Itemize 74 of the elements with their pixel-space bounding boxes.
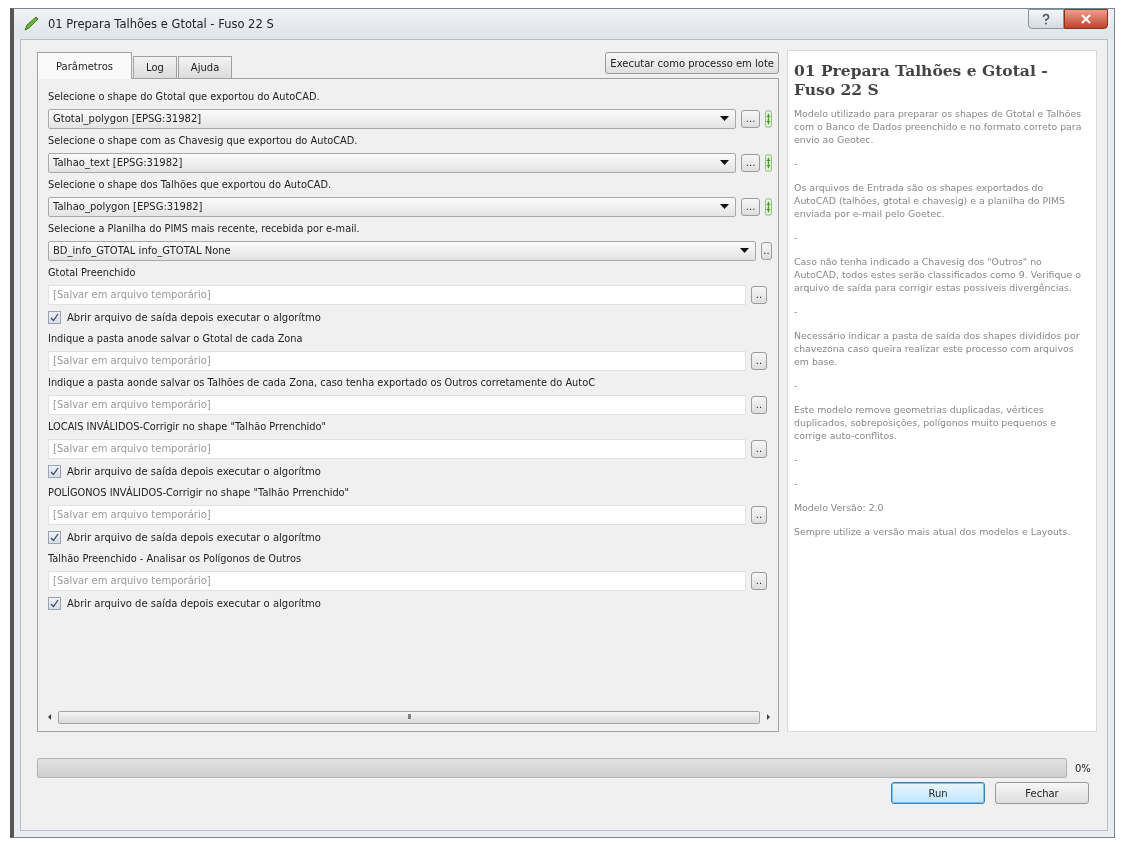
checkbox[interactable]	[48, 530, 61, 544]
checkbox-label: Abrir arquivo de saída depois executar o algorítmo	[67, 597, 321, 609]
output-field[interactable]: [Salvar em arquivo temporário]	[48, 570, 746, 591]
output-field[interactable]: [Salvar em arquivo temporário]	[48, 350, 746, 371]
caret-icon	[720, 159, 729, 166]
help-paragraph: Este modelo remove geometrias duplicadas, vértices duplicados, sobreposições, polígonos muito pequenos e corrige auto-conflitos.	[794, 403, 1058, 442]
help-paragraph: Sempre utilize a versão mais atual dos modelos e Layouts.	[794, 525, 1072, 538]
layer-icon[interactable]	[765, 108, 772, 129]
pencil-icon	[22, 15, 40, 33]
checkbox-label: Abrir arquivo de saída depois executar o algorítmo	[67, 531, 321, 543]
help-button[interactable]	[1028, 9, 1064, 29]
parameter-label: Gtotal Preenchido	[48, 266, 137, 280]
scroll-right-icon[interactable]	[764, 713, 772, 721]
layer-dropdown[interactable]: Gtotal_polygon [EPSG:31982]	[48, 108, 736, 129]
help-paragraph: Os arquivos de Entrada são os shapes exportados do AutoCAD (talhões, gtotal e chavesig) e a planilha do PIMS enviada por e-mail pelo Goetec.	[794, 181, 1066, 220]
dialog-button[interactable]: Fechar	[995, 782, 1089, 804]
help-paragraph: Necessário indicar a pasta de saída dos shapes divididos por chavezona caso queira realizar este processo com arquivos em base.	[794, 329, 1081, 368]
batch-process-button[interactable]: Executar como processo em lote	[605, 52, 779, 74]
help-paragraph: -	[794, 453, 799, 466]
help-paragraph: -	[794, 231, 799, 244]
parameter-label: Selecione o shape dos Talhões que exportou do AutoCAD.	[48, 178, 333, 192]
help-paragraph: -	[794, 477, 799, 490]
browse-button[interactable]: ..	[751, 285, 767, 304]
help-paragraph: Caso não tenha indicado a Chavesig dos "Outros" no AutoCAD, todos estes serão classificados como 9. Verifique o arquivo de saída para corrigir estas possíveis divergências.	[794, 255, 1082, 294]
caret-icon	[720, 203, 729, 210]
browse-button[interactable]: ...	[741, 197, 761, 216]
layer-dropdown[interactable]: Talhao_text [EPSG:31982]	[48, 152, 736, 173]
close-icon	[1080, 13, 1092, 25]
parameter-label: Indique a pasta aonde salvar os Talhões de cada Zona, caso tenha exportado os Outros corretamente do AutoC	[48, 376, 596, 390]
help-icon	[1040, 13, 1052, 25]
caret-icon	[740, 247, 749, 254]
parameter-label: Selecione a Planilha do PIMS mais recente, recebida por e-mail.	[48, 222, 361, 236]
browse-button[interactable]: ...	[741, 109, 761, 128]
layer-icon[interactable]	[765, 196, 772, 217]
checkbox-label: Abrir arquivo de saída depois executar o algorítmo	[67, 465, 321, 477]
browse-button[interactable]: ..	[761, 241, 772, 260]
close-button[interactable]	[1064, 9, 1108, 29]
checkbox[interactable]	[48, 464, 61, 478]
output-field[interactable]: [Salvar em arquivo temporário]	[48, 394, 746, 415]
output-field[interactable]: [Salvar em arquivo temporário]	[48, 284, 746, 305]
checkbox-label: Abrir arquivo de saída depois executar o algorítmo	[67, 311, 321, 323]
output-field[interactable]: [Salvar em arquivo temporário]	[48, 504, 746, 525]
browse-button[interactable]: ..	[751, 505, 767, 524]
layer-dropdown[interactable]: Talhao_polygon [EPSG:31982]	[48, 196, 736, 217]
tab[interactable]: Parâmetros	[37, 52, 132, 79]
dialog-button[interactable]: Run	[891, 782, 985, 804]
parameter-label: Selecione o shape com as Chavesig que exportou do AutoCAD.	[48, 134, 359, 148]
help-paragraph: Modelo Versão: 2.0	[794, 501, 885, 514]
browse-button[interactable]: ..	[751, 571, 767, 590]
browse-button[interactable]: ..	[751, 395, 767, 414]
progress-percent: 0%	[1075, 762, 1092, 774]
parameter-label: LOCAIS INVÁLIDOS-Corrigir no shape "Talhão Prrenchido"	[48, 419, 328, 434]
parameter-label: Talhão Preenchido - Analisar os Polígonos de Outros	[48, 552, 302, 566]
parameter-label: POLÍGONOS INVÁLIDOS-Corrigir no shape "Talhão Prrenchido"	[48, 485, 351, 500]
help-paragraph: -	[794, 157, 799, 170]
browse-button[interactable]: ..	[751, 439, 767, 458]
help-paragraph: Modelo utilizado para preparar os shapes de Gtotal e Talhões com o Banco de Dados preenchido e no formato correto para envio ao Geotec.	[794, 107, 1083, 146]
layer-dropdown[interactable]: BD_info_GTOTAL info_GTOTAL None	[48, 240, 756, 261]
checkbox[interactable]	[48, 596, 61, 610]
caret-icon	[720, 115, 729, 122]
window-title: 01 Prepara Talhões e Gtotal - Fuso 22 S	[48, 17, 274, 31]
browse-button[interactable]: ..	[751, 351, 767, 370]
tab[interactable]: Ajuda	[177, 56, 233, 78]
scroll-left-icon[interactable]	[46, 713, 54, 721]
help-paragraph: -	[794, 305, 799, 318]
parameter-label: Indique a pasta anode salvar o Gtotal de cada Zona	[48, 332, 304, 346]
browse-button[interactable]: ...	[741, 153, 761, 172]
tab[interactable]: Log	[133, 56, 177, 78]
help-title: 01 Prepara Talhões e Gtotal - Fuso 22 S	[794, 61, 1049, 99]
help-paragraph: -	[794, 379, 799, 392]
layer-icon[interactable]	[765, 152, 772, 173]
parameter-label: Selecione o shape do Gtotal que exportou do AutoCAD.	[48, 90, 321, 104]
output-field[interactable]: [Salvar em arquivo temporário]	[48, 438, 746, 459]
checkbox[interactable]	[48, 310, 61, 324]
